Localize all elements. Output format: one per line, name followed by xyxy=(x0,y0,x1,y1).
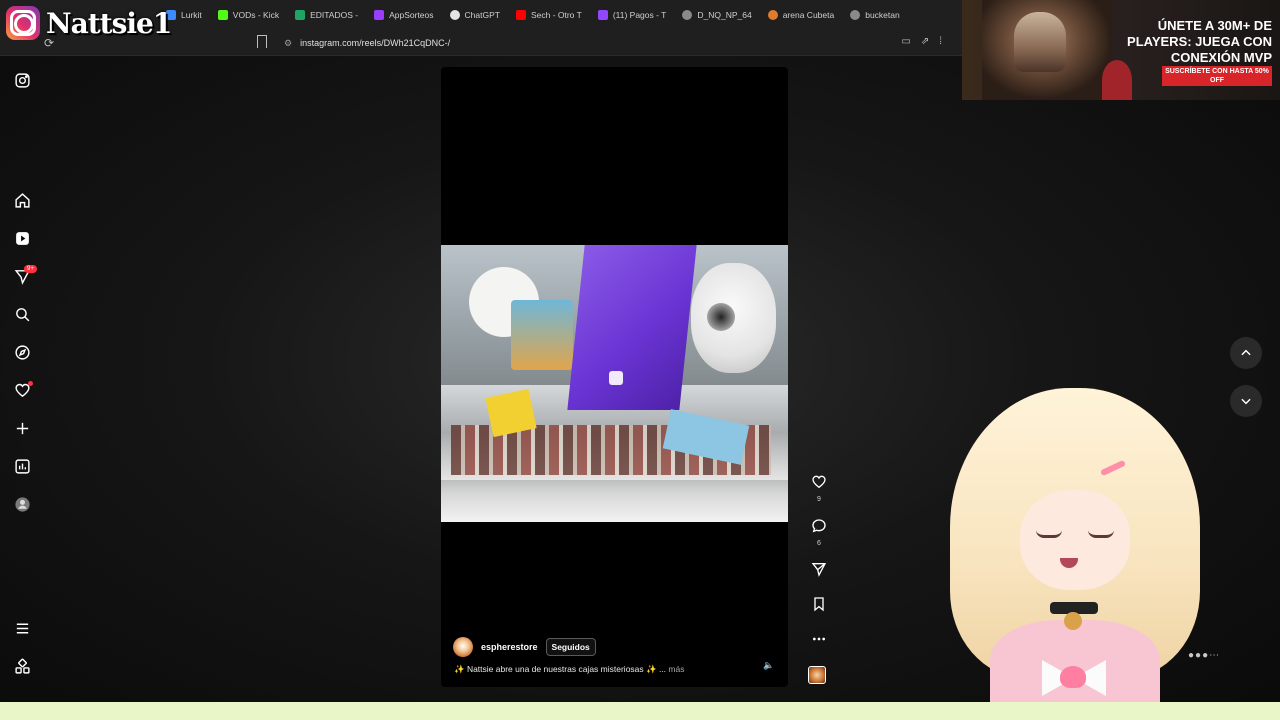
previous-reel-button[interactable] xyxy=(1230,337,1262,369)
menu-icon[interactable] xyxy=(12,618,32,638)
explore-icon[interactable] xyxy=(12,342,32,362)
more-options-button[interactable] xyxy=(808,631,830,652)
stream-overlay-title: Nattsie1 xyxy=(6,6,172,40)
chatgpt-icon xyxy=(449,10,460,20)
appsorteos-icon xyxy=(374,10,385,20)
address-bar[interactable]: ⚙ instagram.com/reels/DWh21CqDNC-/ xyxy=(278,33,918,53)
caption-text: ✨ Nattsie abre una de nuestras cajas mis… xyxy=(454,664,667,674)
audio-thumbnail[interactable] xyxy=(808,666,826,684)
streamer-name: Nattsie1 xyxy=(46,6,172,40)
twitch-icon xyxy=(597,10,608,20)
ad-cta-button[interactable]: SUSCRÍBETE CON HASTA 50% OFF xyxy=(1162,66,1272,86)
bell-icon xyxy=(1064,612,1082,630)
bookmark-chatgpt[interactable]: ChatGPT xyxy=(442,0,508,30)
site-info-icon[interactable]: ⚙ xyxy=(284,38,292,49)
share-button[interactable] xyxy=(808,561,830,582)
bookmark-dnq[interactable]: D_NQ_NP_64 xyxy=(674,0,759,30)
bookmark-appsorteos[interactable]: AppSorteos xyxy=(366,0,441,30)
send-icon xyxy=(811,563,827,577)
youtube-icon xyxy=(515,10,526,20)
screen: Lurkit VODs - Kick EDITADOS - AppSorteos… xyxy=(0,0,1280,720)
video-toy-box xyxy=(511,300,573,370)
like-count: 9 xyxy=(817,496,821,503)
reel-author: espherestore Seguidos xyxy=(453,637,596,657)
instagram-logo-icon xyxy=(6,6,40,40)
notifications-badge: 9+ xyxy=(24,265,37,273)
reel-player[interactable]: espherestore Seguidos ✨ Nattsie abre una… xyxy=(441,67,788,687)
like-button[interactable]: 9 xyxy=(808,474,830,503)
chevron-up-icon xyxy=(1241,349,1251,356)
bookmark-vods-kick[interactable]: VODs - Kick xyxy=(210,0,287,30)
address-bar-actions-icons[interactable]: ▭⇗⁞ xyxy=(901,36,952,47)
save-button[interactable] xyxy=(808,596,830,617)
globe-icon xyxy=(682,10,693,20)
video-bunny-eye xyxy=(707,303,735,331)
search-icon[interactable] xyxy=(12,304,32,324)
comment-count: 6 xyxy=(817,540,821,547)
heart-icon xyxy=(1060,666,1086,688)
kick-icon xyxy=(217,10,228,20)
more-icon xyxy=(813,637,825,641)
bookmark-bucketan[interactable]: bucketan xyxy=(842,0,908,30)
avatar-left-eye xyxy=(1036,530,1062,538)
globe-icon xyxy=(850,10,861,20)
instagram-sidebar xyxy=(0,60,44,700)
drive-icon xyxy=(295,10,306,20)
vtuber-avatar xyxy=(940,380,1210,720)
comment-button[interactable]: 6 xyxy=(808,518,830,547)
video-mystery-box xyxy=(567,245,697,410)
caption-more-link[interactable]: más xyxy=(668,664,684,674)
instagram-logo-icon[interactable] xyxy=(12,70,32,90)
activity-dot xyxy=(28,381,33,386)
dashboard-icon[interactable] xyxy=(12,456,32,476)
mute-icon[interactable]: 🔈 xyxy=(763,660,775,672)
also-from-meta-icon[interactable] xyxy=(12,656,32,676)
arena-icon xyxy=(767,10,778,20)
viewer-avatars-icon: ●●●⋯ xyxy=(1188,650,1221,661)
url-text: instagram.com/reels/DWh21CqDNC-/ xyxy=(300,38,451,48)
reels-icon[interactable] xyxy=(12,228,32,248)
profile-avatar-icon[interactable] xyxy=(12,494,32,514)
avatar-face xyxy=(1020,490,1130,590)
author-avatar[interactable] xyxy=(453,637,473,657)
bottom-strip xyxy=(0,702,1280,720)
bookmark-editados[interactable]: EDITADOS - xyxy=(287,0,366,30)
bookmark-icon xyxy=(814,597,824,612)
ad-headline: ÚNETE A 30M+ DE PLAYERS: JUEGA CON CONEX… xyxy=(1127,18,1272,65)
ad-banner[interactable]: ÚNETE A 30M+ DE PLAYERS: JUEGA CON CONEX… xyxy=(962,0,1280,100)
helmet-icon xyxy=(1014,12,1066,72)
reel-video[interactable] xyxy=(441,245,788,522)
chevron-down-icon xyxy=(1241,398,1251,405)
avatar-right-eye xyxy=(1088,530,1114,538)
bookmark-pagos[interactable]: (11) Pagos - T xyxy=(590,0,675,30)
home-icon[interactable] xyxy=(12,190,32,210)
author-username[interactable]: espherestore xyxy=(481,642,538,652)
reel-caption: ✨ Nattsie abre una de nuestras cajas mis… xyxy=(454,664,684,675)
heart-icon xyxy=(812,475,826,489)
bookmark-page-icon[interactable] xyxy=(257,35,267,48)
bookmark-sech[interactable]: Sech - Otro T xyxy=(508,0,590,30)
create-icon[interactable] xyxy=(12,418,32,438)
following-button[interactable]: Seguidos xyxy=(545,638,596,656)
next-reel-button[interactable] xyxy=(1230,385,1262,417)
comment-icon xyxy=(812,519,826,533)
plume-decoration xyxy=(1102,60,1132,100)
bookmark-arena-cubeta[interactable]: arena Cubeta xyxy=(760,0,843,30)
mouse-cursor-icon xyxy=(609,371,623,385)
